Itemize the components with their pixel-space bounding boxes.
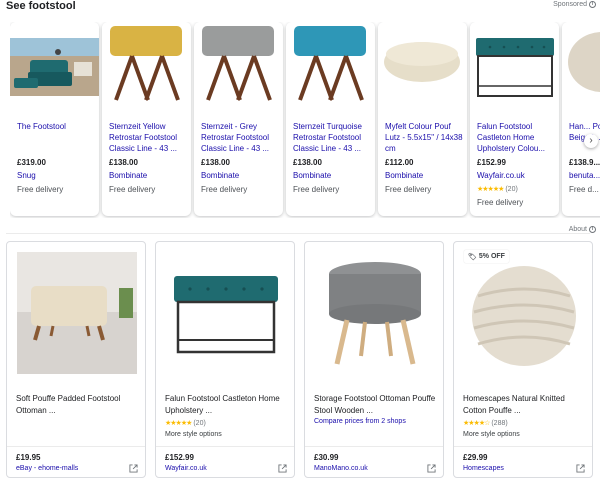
ad-shop: Bombinate: [201, 171, 240, 180]
open-external-icon[interactable]: [576, 464, 585, 473]
ad-card[interactable]: Sternzeit Yellow Retrostar Footstool Cla…: [102, 22, 191, 216]
card-divider: [156, 446, 294, 447]
ad-delivery: Free delivery: [385, 185, 432, 194]
ad-price: £138.00: [109, 158, 138, 167]
rating-count: (288): [491, 420, 508, 427]
product-price: £19.95: [16, 453, 41, 462]
seller-link[interactable]: ManoMano.co.uk: [314, 465, 368, 472]
carousel-next-arrow-icon[interactable]: ›: [584, 134, 598, 148]
ad-delivery: Free d...: [569, 185, 599, 194]
product-rating: ★★★★★ (20): [165, 419, 206, 427]
ad-delivery: Free delivery: [109, 185, 156, 194]
product-card[interactable]: Falun Footstool Castleton Home Upholster…: [155, 241, 295, 478]
product-image: [562, 22, 600, 102]
seller-link[interactable]: eBay - ehome-malls: [16, 465, 78, 472]
product-image: [102, 22, 191, 102]
ad-title[interactable]: Falun Footstool Castleton Home Upholster…: [477, 121, 557, 155]
ad-card[interactable]: Han... Pouf R... Beige/I... £138.9... be…: [562, 22, 600, 216]
product-title[interactable]: Falun Footstool Castleton Home Upholster…: [165, 393, 287, 419]
product-image: [315, 252, 435, 374]
rating-count: (20): [193, 420, 206, 427]
card-divider: [7, 446, 145, 447]
compare-prices-link[interactable]: Compare prices from 2 shops: [314, 418, 406, 425]
ad-title[interactable]: Sternzeit Yellow Retrostar Footstool Cla…: [109, 121, 189, 155]
product-image: [378, 22, 467, 102]
seller-link[interactable]: Wayfair.co.uk: [165, 465, 207, 472]
ad-price: £138.9...: [569, 158, 600, 167]
product-image: [464, 252, 584, 374]
ad-shop: benuta...: [569, 171, 600, 180]
product-image: [286, 22, 375, 102]
product-image: [166, 252, 286, 374]
product-card[interactable]: Storage Footstool Ottoman Pouffe Stool W…: [304, 241, 444, 478]
seller-link[interactable]: Homescapes: [463, 465, 504, 472]
product-price: £29.99: [463, 453, 488, 462]
section-title[interactable]: See footstool: [6, 0, 76, 12]
info-icon[interactable]: i: [589, 1, 596, 8]
star-rating-icon: ★★★★★: [477, 186, 504, 193]
more-style-options[interactable]: More style options: [463, 431, 520, 438]
product-image: [470, 22, 559, 102]
ad-delivery: Free delivery: [17, 185, 64, 194]
rating-count: (20): [505, 186, 518, 193]
more-style-options[interactable]: More style options: [165, 431, 222, 438]
ad-price: £138.00: [293, 158, 322, 167]
ad-price: £138.00: [201, 158, 230, 167]
tag-icon: 🏷: [468, 253, 477, 261]
section-divider: [6, 233, 590, 234]
product-title[interactable]: Storage Footstool Ottoman Pouffe Stool W…: [314, 393, 436, 419]
sponsored-carousel: The Footstool £319.00 Snug Free delivery…: [10, 22, 600, 218]
ad-shop: Snug: [17, 171, 36, 180]
star-rating-icon: ★★★★☆: [463, 420, 490, 427]
ad-delivery: Free delivery: [293, 185, 340, 194]
open-external-icon[interactable]: [427, 464, 436, 473]
product-price: £152.99: [165, 453, 194, 462]
ad-shop: Wayfair.co.uk: [477, 171, 525, 180]
star-rating-icon: ★★★★★: [165, 420, 192, 427]
card-divider: [305, 446, 443, 447]
product-rating: ★★★★☆ (288): [463, 419, 508, 427]
ad-price: £112.00: [385, 158, 414, 167]
product-price: £30.99: [314, 453, 339, 462]
product-card[interactable]: Soft Pouffe Padded Footstool Ottoman ...…: [6, 241, 146, 478]
ad-delivery: Free delivery: [201, 185, 248, 194]
about-text: About: [568, 226, 587, 233]
ad-price: £319.00: [17, 158, 46, 167]
product-image: [10, 22, 99, 102]
ad-card[interactable]: The Footstool £319.00 Snug Free delivery: [10, 22, 99, 216]
open-external-icon[interactable]: [129, 464, 138, 473]
sponsored-text: Sponsored: [553, 1, 587, 8]
ad-shop: Bombinate: [109, 171, 148, 180]
product-title[interactable]: Homescapes Natural Knitted Cotton Pouffe…: [463, 393, 585, 419]
info-icon[interactable]: i: [589, 226, 596, 233]
ad-delivery: Free delivery: [477, 198, 524, 207]
product-card[interactable]: 🏷 5% OFF Homescapes Natural Knitted Cott…: [453, 241, 593, 478]
product-image: [17, 252, 137, 374]
ad-card[interactable]: Falun Footstool Castleton Home Upholster…: [470, 22, 559, 216]
ad-card[interactable]: Sternzeit Turquoise Retrostar Footstool …: [286, 22, 375, 216]
discount-badge: 🏷 5% OFF: [464, 250, 509, 263]
ad-shop: Bombinate: [293, 171, 332, 180]
ad-rating: ★★★★★ (20): [477, 185, 518, 193]
discount-text: 5% OFF: [478, 253, 505, 260]
card-divider: [454, 446, 592, 447]
open-external-icon[interactable]: [278, 464, 287, 473]
about-label[interactable]: About i: [569, 226, 596, 233]
ad-title[interactable]: The Footstool: [17, 121, 97, 155]
ad-shop: Bombinate: [385, 171, 424, 180]
ad-title[interactable]: Sternzeit - Grey Retrostar Footstool Cla…: [201, 121, 281, 155]
ad-card[interactable]: Myfelt Colour Pouf Lutz - 5.5x15" / 14x3…: [378, 22, 467, 216]
product-title[interactable]: Soft Pouffe Padded Footstool Ottoman ...: [16, 393, 138, 419]
ad-title[interactable]: Myfelt Colour Pouf Lutz - 5.5x15" / 14x3…: [385, 121, 465, 155]
ad-price: £152.99: [477, 158, 506, 167]
ad-card[interactable]: Sternzeit - Grey Retrostar Footstool Cla…: [194, 22, 283, 216]
ad-title[interactable]: Sternzeit Turquoise Retrostar Footstool …: [293, 121, 373, 155]
product-image: [194, 22, 283, 102]
sponsored-label[interactable]: Sponsored i: [553, 1, 596, 8]
